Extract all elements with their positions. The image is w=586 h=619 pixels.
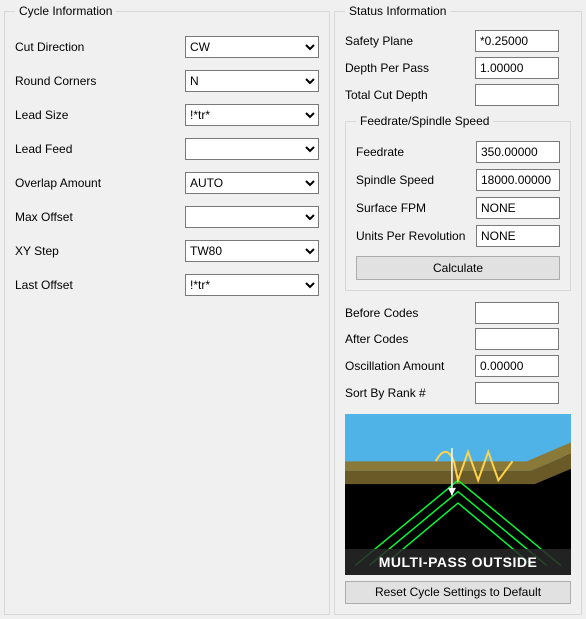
oscillation-amount-input[interactable] — [475, 355, 559, 377]
units-per-rev-input[interactable] — [476, 225, 560, 247]
overlap-amount-label: Overlap Amount — [15, 176, 185, 190]
surface-fpm-label: Surface FPM — [356, 201, 476, 215]
last-offset-label: Last Offset — [15, 278, 185, 292]
lead-size-select[interactable]: !*tr* — [185, 104, 319, 126]
lead-feed-select[interactable] — [185, 138, 319, 160]
total-cut-depth-label: Total Cut Depth — [345, 88, 475, 102]
spindle-speed-label: Spindle Speed — [356, 173, 476, 187]
lead-size-label: Lead Size — [15, 108, 185, 122]
round-corners-select[interactable]: N — [185, 70, 319, 92]
total-cut-depth-input[interactable] — [475, 84, 559, 106]
feedrate-spindle-legend: Feedrate/Spindle Speed — [356, 114, 493, 128]
cycle-preview-image: MULTI-PASS OUTSIDE — [345, 414, 571, 575]
calculate-button[interactable]: Calculate — [356, 256, 560, 280]
status-information-legend: Status Information — [345, 4, 450, 18]
overlap-amount-select[interactable]: AUTO — [185, 172, 319, 194]
spindle-speed-input[interactable] — [476, 169, 560, 191]
cut-direction-label: Cut Direction — [15, 40, 185, 54]
sort-by-rank-input[interactable] — [475, 382, 559, 404]
round-corners-label: Round Corners — [15, 74, 185, 88]
after-codes-label: After Codes — [345, 332, 475, 346]
feedrate-spindle-group: Feedrate/Spindle Speed Feedrate Spindle … — [345, 114, 571, 291]
last-offset-select[interactable]: !*tr* — [185, 274, 319, 296]
safety-plane-label: Safety Plane — [345, 34, 475, 48]
xy-step-select[interactable]: TW80 — [185, 240, 319, 262]
before-codes-label: Before Codes — [345, 306, 475, 320]
surface-fpm-input[interactable] — [476, 197, 560, 219]
after-codes-input[interactable] — [475, 328, 559, 350]
feedrate-label: Feedrate — [356, 145, 476, 159]
before-codes-input[interactable] — [475, 302, 559, 324]
lead-feed-label: Lead Feed — [15, 142, 185, 156]
max-offset-label: Max Offset — [15, 210, 185, 224]
xy-step-label: XY Step — [15, 244, 185, 258]
units-per-rev-label: Units Per Revolution — [356, 229, 476, 243]
max-offset-select[interactable] — [185, 206, 319, 228]
preview-caption: MULTI-PASS OUTSIDE — [345, 549, 571, 575]
feedrate-input[interactable] — [476, 141, 560, 163]
depth-per-pass-label: Depth Per Pass — [345, 61, 475, 75]
cut-direction-select[interactable]: CW — [185, 36, 319, 58]
sort-by-rank-label: Sort By Rank # — [345, 386, 475, 400]
reset-cycle-button[interactable]: Reset Cycle Settings to Default — [345, 581, 571, 604]
safety-plane-input[interactable] — [475, 30, 559, 52]
status-information-group: Status Information Safety Plane Depth Pe… — [334, 4, 582, 615]
oscillation-amount-label: Oscillation Amount — [345, 359, 475, 373]
cycle-information-group: Cycle Information Cut Direction CW Round… — [4, 4, 330, 615]
depth-per-pass-input[interactable] — [475, 57, 559, 79]
cycle-information-legend: Cycle Information — [15, 4, 116, 18]
